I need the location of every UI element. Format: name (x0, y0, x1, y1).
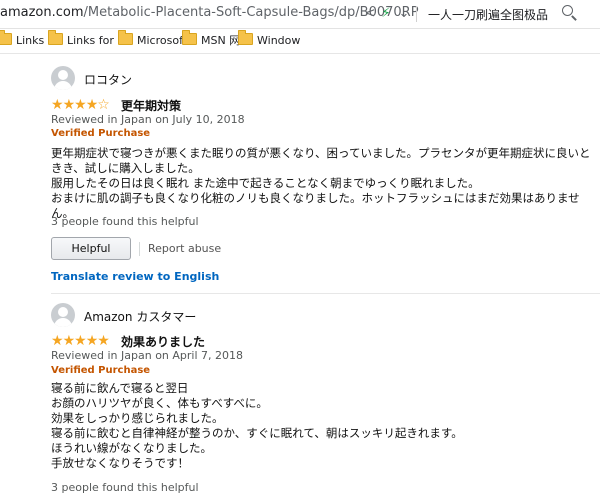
action-divider (139, 242, 140, 256)
star-full-icon: ★ (74, 333, 87, 349)
bookmark-label: Links (16, 34, 45, 47)
bookmark-window[interactable]: Window (238, 30, 301, 49)
folder-icon (182, 30, 197, 45)
bookmark-label: Links for (67, 34, 114, 47)
star-rating[interactable]: ★★★★☆ (51, 97, 110, 113)
review-paragraph: 寝る前に飲むと自律神経が整うのか、すぐに眠れて、朝はスッキリ起きれます。 (51, 426, 463, 440)
folder-icon (238, 30, 253, 45)
chevron-down-icon[interactable]: ⌄ (396, 5, 412, 23)
lightning-icon[interactable]: ⚡ (378, 5, 394, 23)
review-body: 更年期症状で寝つきが悪くまた眠りの質が悪くなり、困っていました。プラセンタが更年… (51, 146, 596, 221)
review-paragraph: ほうれい線がなくなりました。 (51, 441, 212, 455)
review-paragraph: 服用したその日は良く眠れ また途中で起きることなく朝までゆっくり眠れました。 (51, 176, 480, 190)
search-box-text[interactable]: 一人一刀刷遍全图极品 (428, 6, 548, 23)
bookmark-links[interactable]: Links (0, 30, 45, 49)
helpful-count: 3 people found this helpful (51, 481, 199, 494)
review-author[interactable]: ロコタン (84, 71, 132, 88)
review-author[interactable]: Amazon カスタマー (84, 308, 196, 325)
star-full-icon: ★ (85, 97, 99, 113)
bookmark-links-for[interactable]: Links for (48, 30, 114, 49)
bookmark-label: Microsof (137, 34, 183, 47)
review-divider (51, 293, 600, 294)
star-full-icon: ★ (62, 97, 76, 113)
url-host: amazon.com (0, 5, 84, 20)
helpful-button[interactable]: Helpful (51, 237, 131, 260)
star-full-icon: ★ (97, 333, 110, 349)
folder-icon (48, 30, 63, 45)
review-date: Reviewed in Japan on April 7, 2018 (51, 349, 244, 362)
star-full-icon: ★ (85, 333, 99, 349)
star-full-icon: ★ (62, 333, 76, 349)
star-empty-icon: ☆ (97, 97, 110, 113)
review-date: Reviewed in Japan on July 10, 2018 (51, 113, 245, 126)
search-icon[interactable] (562, 5, 578, 21)
star-rating[interactable]: ★★★★★ (51, 333, 110, 349)
bookmark-msn[interactable]: MSN 网 (182, 30, 241, 49)
translate-review-link[interactable]: Translate review to English (51, 270, 219, 283)
address-divider (416, 6, 417, 22)
avatar (51, 66, 75, 90)
verified-badge[interactable]: Verified Purchase (51, 128, 150, 139)
helpful-count: 3 people found this helpful (51, 215, 199, 228)
share-icon[interactable]: < (362, 5, 378, 23)
star-full-icon: ★ (74, 97, 87, 113)
review-body: 寝る前に飲んで寝ると翌日 お顔のハリツヤが良く、体もすべすべに。 効果をしっかり… (51, 381, 596, 471)
review-paragraph: お顔のハリツヤが良く、体もすべすべに。 (51, 396, 268, 410)
review-paragraph: 寝る前に飲んで寝ると翌日 (51, 381, 189, 395)
review-paragraph: 更年期症状で寝つきが悪くまた眠りの質が悪くなり、困っていました。プラセンタが更年… (51, 146, 591, 175)
review-paragraph: 手放せなくなりそうです！ (51, 456, 189, 470)
bookmark-microsof[interactable]: Microsof (118, 30, 183, 49)
folder-icon (0, 30, 12, 45)
bookmarks-bar: Links Links for Microsof MSN 网 Window (0, 29, 600, 54)
report-abuse-link[interactable]: Report abuse (148, 242, 221, 255)
url-field[interactable]: amazon.com/Metabolic-Placenta-Soft-Capsu… (0, 5, 419, 20)
review-paragraph: 効果をしっかり感じられました。 (51, 411, 224, 425)
review-title[interactable]: 更年期対策 (121, 97, 181, 114)
verified-badge[interactable]: Verified Purchase (51, 365, 150, 376)
avatar (51, 303, 75, 327)
address-bar[interactable]: amazon.com/Metabolic-Placenta-Soft-Capsu… (0, 0, 600, 29)
bookmark-label: MSN 网 (201, 34, 241, 47)
folder-icon (118, 30, 133, 45)
bookmark-label: Window (257, 34, 301, 47)
star-full-icon: ★ (51, 333, 64, 349)
star-full-icon: ★ (51, 97, 64, 113)
review-title[interactable]: 効果ありました (121, 333, 205, 350)
